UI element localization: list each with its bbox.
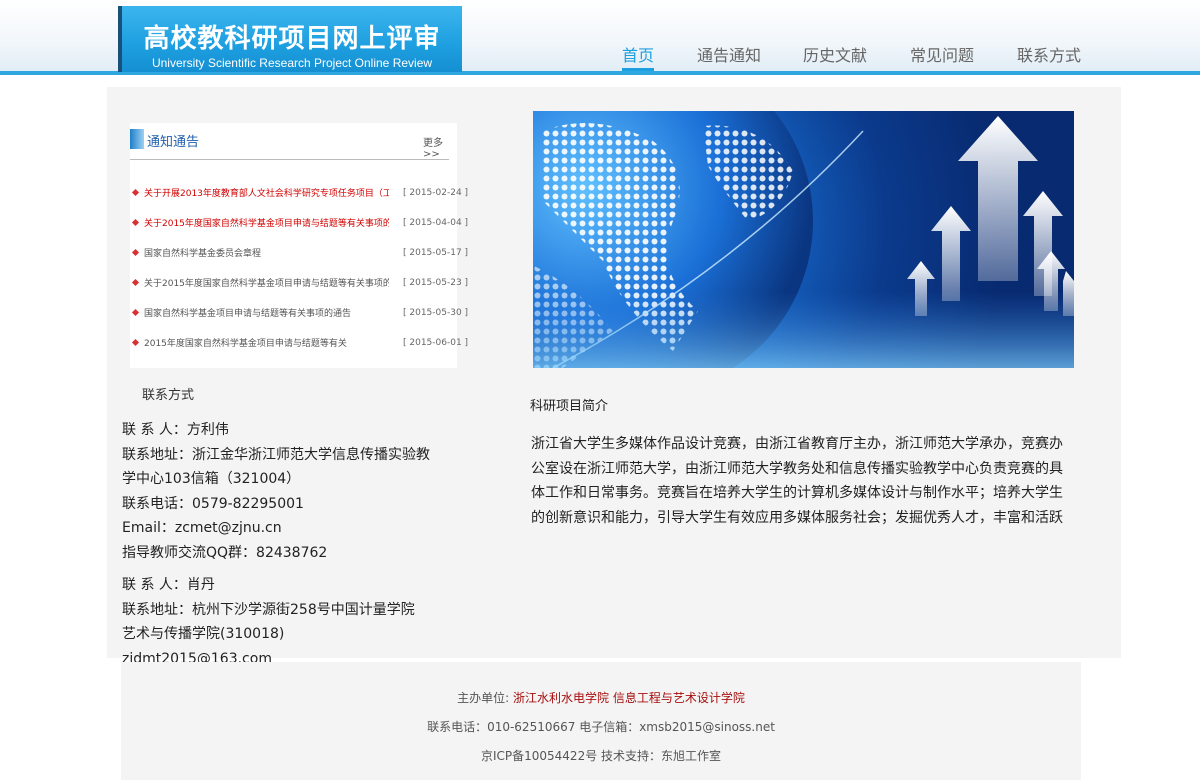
notice-item-date: [ 2015-02-24 ] [403, 188, 469, 198]
intro-text: 浙江省大学生多媒体作品设计竞赛，由浙江省教育厅主办，浙江师范大学承办，竞赛办公室… [531, 436, 1063, 526]
contact-qq-group: 指导教师交流QQ群：82438762 [122, 544, 328, 561]
contact-person: 联 系 人：方利伟 [122, 422, 229, 438]
notice-item-date: [ 2015-05-30 ] [403, 308, 469, 318]
globe-arrows-illustration [533, 111, 1074, 368]
nav-contact[interactable]: 联系方式 [1017, 42, 1081, 66]
nav-notices[interactable]: 通告通知 [697, 42, 761, 66]
diamond-bullet-icon [131, 308, 140, 317]
intro-title: 科研项目简介 [530, 399, 609, 414]
diamond-bullet-icon [131, 188, 140, 197]
diamond-bullet-icon [131, 218, 140, 227]
notice-divider [130, 159, 449, 160]
diamond-bullet-icon [131, 338, 140, 347]
contact-address: 联系地址：杭州下沙学源街258号中国计量学院艺术与传播学院(310018) [122, 601, 415, 643]
logo-title-en: University Scientific Research Project O… [151, 56, 433, 70]
notice-item-date: [ 2015-05-17 ] [403, 248, 469, 258]
notice-item-title[interactable]: 国家自然科学基金项目申请与结题等有关事项的通告 [144, 306, 389, 319]
notice-item[interactable]: 国家自然科学基金项目申请与结题等有关事项的通告 [ 2015-05-30 ] [130, 305, 468, 335]
notice-item[interactable]: 关于2015年度国家自然科学基金项目申请与结题等有关事项的通告 [ 2015-0… [130, 275, 468, 305]
contact-block-secondary: 联 系 人：肖丹 联系地址：杭州下沙学源街258号中国计量学院艺术与传播学院(3… [122, 573, 422, 671]
notice-item[interactable]: 2015年度国家自然科学基金项目申请与结题等有关 [ 2015-06-01 ] [130, 335, 468, 365]
contact-phone: 联系电话：0579-82295001 [122, 495, 304, 512]
footer-contact: 联系电话：010-62510667 电子信箱：xmsb2015@sinoss.n… [427, 720, 775, 734]
nav-home[interactable]: 首页 [622, 42, 655, 71]
contact-address: 联系地址：浙江金华浙江师范大学信息传播实验教学中心103信箱（321004） [122, 446, 430, 488]
notice-item-title[interactable]: 关于开展2013年度教育部人文社会科学研究专项任务项目（工程科技人才培 [144, 186, 389, 199]
footer-sponsor: 主办单位: 浙江水利水电学院 信息工程与艺术设计学院 [121, 689, 1081, 706]
notice-more-link[interactable]: 更多>> [423, 134, 457, 160]
hero-banner-image [533, 111, 1074, 368]
footer-sponsor-orgs[interactable]: 浙江水利水电学院 信息工程与艺术设计学院 [513, 691, 745, 705]
contact-heading: 联系方式 [142, 388, 195, 403]
contact-email[interactable]: Email：zcmet@zjnu.cn [122, 516, 442, 541]
footer-icp: 京ICP备10054422号 技术支持：东旭工作室 [480, 749, 722, 763]
notice-item-title[interactable]: 关于2015年度国家自然科学基金项目申请与结题等有关事项的通告 [144, 276, 389, 289]
nav-faq[interactable]: 常见问题 [910, 42, 974, 66]
notice-title: 通知通告 [147, 135, 200, 150]
notice-panel: 通知通告 更多>> 关于开展2013年度教育部人文社会科学研究专项任务项目（工程… [130, 123, 468, 368]
notice-item-title[interactable]: 国家自然科学基金委员会章程 [144, 246, 389, 259]
site-footer: 主办单位: 浙江水利水电学院 信息工程与艺术设计学院 联系电话：010-6251… [121, 662, 1081, 780]
notice-item[interactable]: 关于2015年度国家自然科学基金项目申请与结题等有关事项的通告 [ 2015-0… [130, 215, 468, 245]
notice-item[interactable]: 关于开展2013年度教育部人文社会科学研究专项任务项目（工程科技人才培 [ 20… [130, 185, 468, 215]
footer-sponsor-label: 主办单位: [457, 691, 510, 705]
notice-item-title[interactable]: 2015年度国家自然科学基金项目申请与结题等有关 [144, 336, 389, 349]
notice-item-date: [ 2015-04-04 ] [403, 218, 469, 228]
notice-item[interactable]: 国家自然科学基金委员会章程 [ 2015-05-17 ] [130, 245, 468, 275]
contact-person: 联 系 人：肖丹 [122, 577, 215, 593]
notice-item-date: [ 2015-06-01 ] [403, 338, 469, 348]
site-header: 高校教科研项目网上评审 University Scientific Resear… [0, 0, 1200, 75]
logo-title-cn: 高校教科研项目网上评审 [143, 24, 441, 54]
notice-item-date: [ 2015-05-23 ] [403, 278, 469, 288]
contact-block-primary: 联 系 人：方利伟 联系地址：浙江金华浙江师范大学信息传播实验教学中心103信箱… [122, 418, 442, 565]
diamond-bullet-icon [131, 248, 140, 257]
diamond-bullet-icon [131, 278, 140, 287]
notice-item-title[interactable]: 关于2015年度国家自然科学基金项目申请与结题等有关事项的通告 [144, 216, 389, 229]
site-logo[interactable]: 高校教科研项目网上评审 University Scientific Resear… [118, 6, 462, 72]
nav-history[interactable]: 历史文献 [803, 42, 867, 66]
notice-flag-icon [130, 129, 144, 149]
